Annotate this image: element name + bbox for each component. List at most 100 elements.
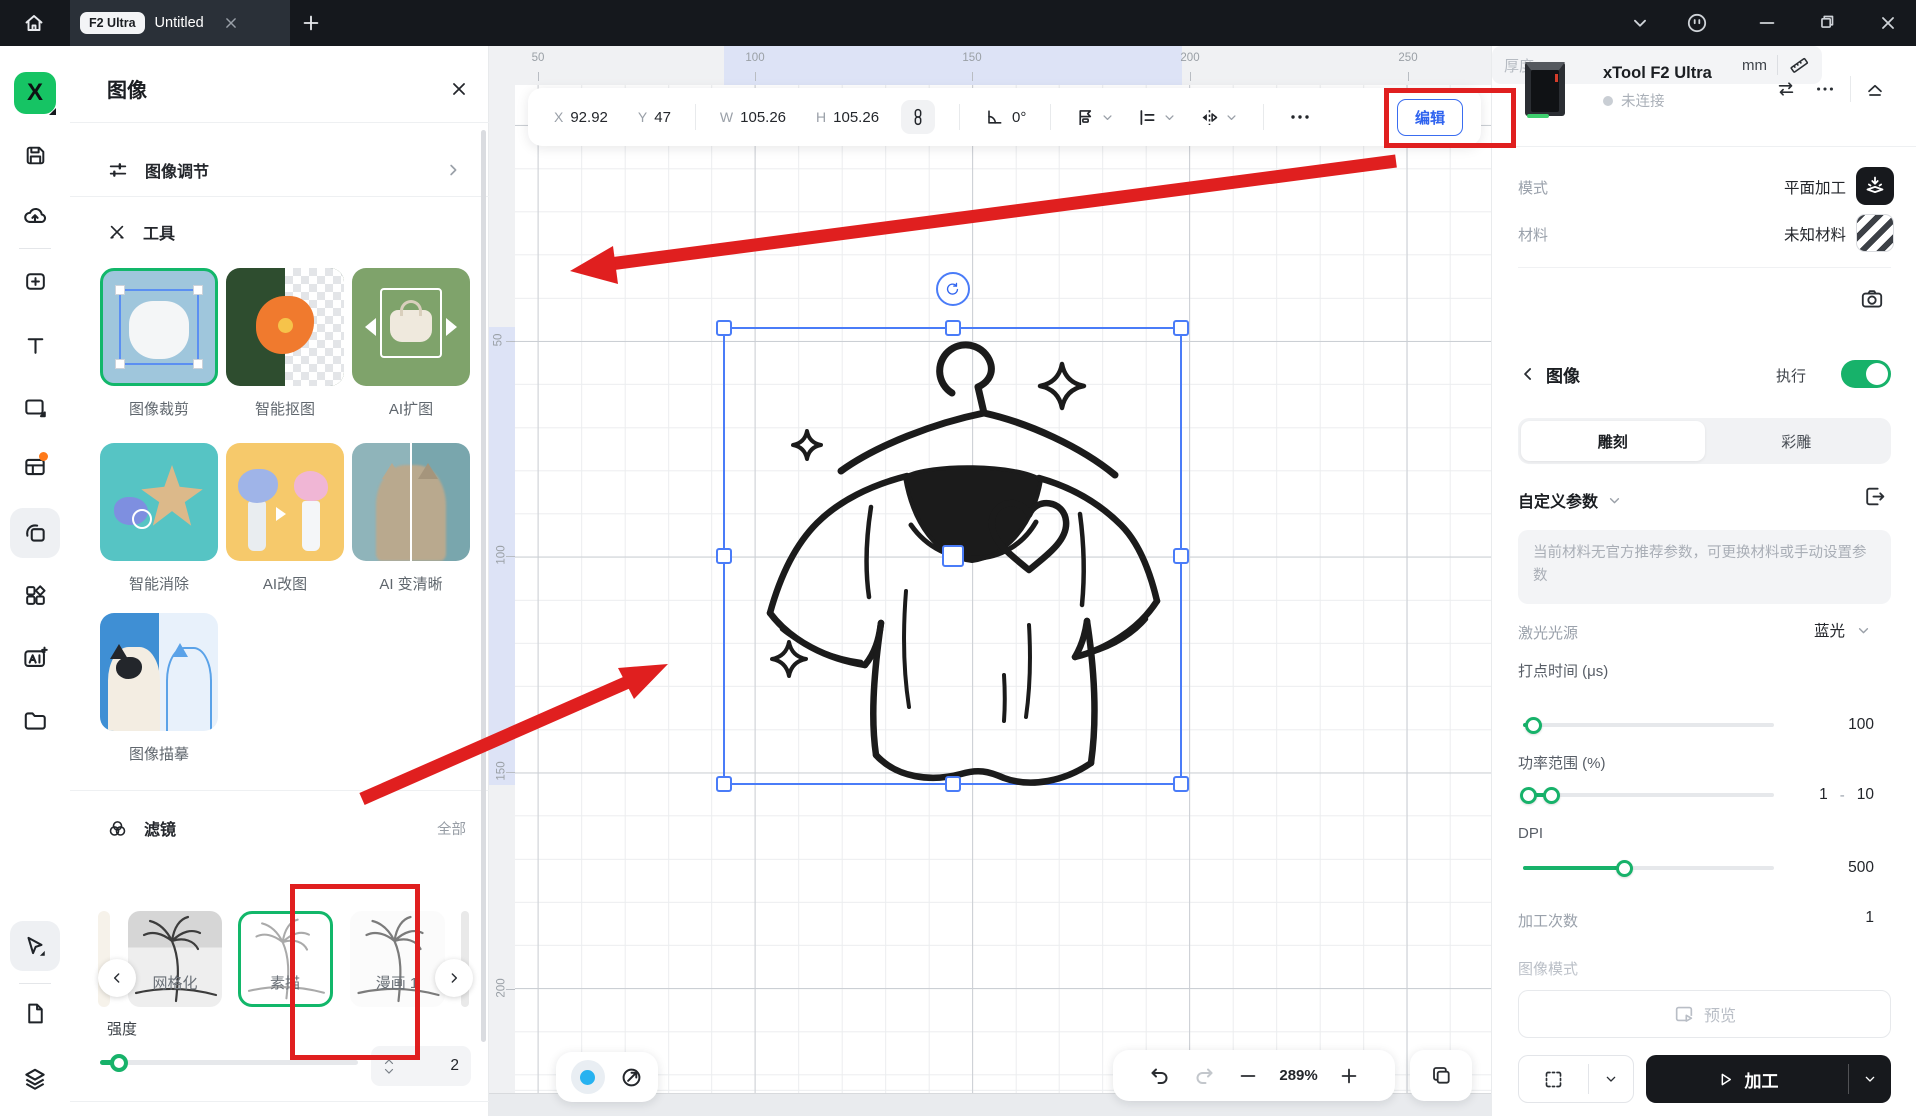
- tool-card-ai-sharpen[interactable]: [352, 443, 470, 561]
- tool-card-remove-bg[interactable]: [226, 268, 344, 386]
- resize-handle-ne[interactable]: [1173, 320, 1189, 336]
- filters-all-link[interactable]: 全部: [437, 818, 466, 839]
- feedback-icon[interactable]: [1685, 11, 1709, 35]
- dot-time-slider-knob[interactable]: [1525, 717, 1542, 734]
- frame-button[interactable]: [1519, 1069, 1588, 1090]
- tool-card-crop[interactable]: [100, 268, 218, 386]
- arrange-button[interactable]: [1075, 107, 1115, 128]
- laser-source-dropdown[interactable]: 蓝光: [1732, 619, 1872, 641]
- tools-icon: [107, 222, 127, 242]
- resize-handle-w[interactable]: [716, 548, 732, 564]
- device-image: [1517, 60, 1573, 122]
- tool-card-image-trace[interactable]: [100, 613, 218, 731]
- lock-aspect-ratio-button[interactable]: [901, 100, 935, 134]
- apps-button[interactable]: [13, 573, 57, 617]
- more-options-button[interactable]: [1288, 105, 1312, 129]
- collapse-panel-button[interactable]: [1864, 78, 1886, 100]
- stepper-down-icon[interactable]: [383, 1067, 395, 1076]
- jog-arrow-button[interactable]: [619, 1065, 644, 1090]
- image-tool-button-selected[interactable]: [10, 508, 60, 558]
- projects-folder-button[interactable]: [13, 699, 57, 743]
- resize-handle-n[interactable]: [945, 320, 961, 336]
- object-center-handle[interactable]: [942, 545, 964, 567]
- process-button[interactable]: 加工: [1646, 1067, 1848, 1092]
- tool-card-smart-erase[interactable]: [100, 443, 218, 561]
- rotation-field[interactable]: 0°: [984, 107, 1026, 127]
- panel-close-button[interactable]: [448, 78, 470, 100]
- process-button-group[interactable]: 加工: [1646, 1055, 1891, 1103]
- tool-card-ai-edit[interactable]: [226, 443, 344, 561]
- y-field[interactable]: Y47: [638, 109, 671, 126]
- text-tool-button[interactable]: [13, 323, 57, 367]
- resize-handle-s[interactable]: [945, 776, 961, 792]
- camera-measure-button[interactable]: [1859, 286, 1885, 312]
- zoom-level[interactable]: 289%: [1279, 1067, 1317, 1084]
- strength-stepper[interactable]: 2: [371, 1046, 471, 1086]
- mode-icon-button[interactable]: [1856, 167, 1894, 205]
- selected-image-object[interactable]: [723, 327, 1182, 785]
- resize-handle-se[interactable]: [1173, 776, 1189, 792]
- document-settings-button[interactable]: [13, 991, 57, 1035]
- material-value[interactable]: 未知材料: [1518, 223, 1846, 245]
- new-tab-button[interactable]: [300, 12, 322, 34]
- tab-color-engrave[interactable]: 彩雕: [1705, 421, 1889, 461]
- add-element-button[interactable]: [13, 259, 57, 303]
- shape-tool-button[interactable]: [13, 385, 57, 429]
- frame-options-button[interactable]: [1589, 1071, 1633, 1087]
- height-field[interactable]: H105.26: [816, 109, 879, 126]
- process-options-button[interactable]: [1849, 1071, 1891, 1087]
- device-more-button[interactable]: [1814, 78, 1836, 100]
- strength-slider-track[interactable]: [100, 1060, 358, 1065]
- tab-engrave[interactable]: 雕刻: [1521, 421, 1705, 461]
- laser-position-button[interactable]: [571, 1060, 605, 1094]
- layers-button[interactable]: [13, 1057, 57, 1101]
- tool-card-ai-expand[interactable]: [352, 268, 470, 386]
- passes-value: 1: [1774, 909, 1874, 927]
- restore-button[interactable]: [1816, 11, 1838, 33]
- material-swatch[interactable]: [1856, 214, 1894, 252]
- duplicate-button[interactable]: [1410, 1050, 1472, 1101]
- zoom-out-button[interactable]: [1237, 1065, 1259, 1087]
- power-min-knob[interactable]: [1520, 787, 1537, 804]
- dpi-slider-knob[interactable]: [1616, 860, 1633, 877]
- custom-params-dropdown[interactable]: 自定义参数: [1518, 488, 1623, 512]
- power-max-knob[interactable]: [1543, 787, 1560, 804]
- rotate-handle[interactable]: [936, 272, 970, 306]
- save-params-button[interactable]: [1862, 484, 1887, 509]
- document-tab[interactable]: F2 Ultra Untitled: [70, 0, 290, 46]
- edit-button[interactable]: 编辑: [1397, 99, 1463, 136]
- image-adjust-row[interactable]: 图像调节: [107, 142, 462, 198]
- home-button[interactable]: [0, 0, 68, 46]
- dot-time-slider-track[interactable]: [1523, 723, 1774, 727]
- mode-value[interactable]: 平面加工: [1518, 176, 1846, 198]
- redo-button[interactable]: [1192, 1064, 1216, 1088]
- resize-handle-e[interactable]: [1173, 548, 1189, 564]
- template-button[interactable]: [13, 445, 57, 489]
- width-field[interactable]: W105.26: [720, 109, 786, 126]
- power-slider-track[interactable]: [1523, 793, 1774, 797]
- resize-handle-nw[interactable]: [716, 320, 732, 336]
- flip-button[interactable]: [1199, 107, 1239, 128]
- close-window-button[interactable]: [1877, 12, 1899, 34]
- select-tool-button-selected[interactable]: [10, 921, 60, 971]
- strength-slider-knob[interactable]: [110, 1054, 128, 1072]
- panel-scrollbar[interactable]: [481, 130, 486, 1042]
- zoom-in-button[interactable]: [1338, 1065, 1360, 1087]
- stepper-up-icon[interactable]: [383, 1057, 395, 1066]
- execute-toggle[interactable]: [1841, 360, 1891, 388]
- resize-handle-sw[interactable]: [716, 776, 732, 792]
- cloud-upload-button[interactable]: [13, 194, 57, 238]
- minimize-button[interactable]: [1756, 12, 1778, 34]
- x-field[interactable]: X92.92: [554, 109, 608, 126]
- save-button[interactable]: [13, 133, 57, 177]
- measure-thickness-button[interactable]: [1788, 54, 1810, 76]
- back-chevron-button[interactable]: [1518, 364, 1538, 384]
- preview-button[interactable]: 预览: [1518, 990, 1891, 1038]
- frame-button-group[interactable]: [1518, 1055, 1634, 1103]
- tab-close-icon[interactable]: [222, 14, 240, 32]
- undo-button[interactable]: [1148, 1064, 1172, 1088]
- switch-device-button[interactable]: [1775, 78, 1797, 100]
- align-button[interactable]: [1137, 107, 1177, 128]
- window-menu-chevron-icon[interactable]: [1629, 12, 1651, 34]
- ai-image-button[interactable]: [13, 635, 57, 679]
